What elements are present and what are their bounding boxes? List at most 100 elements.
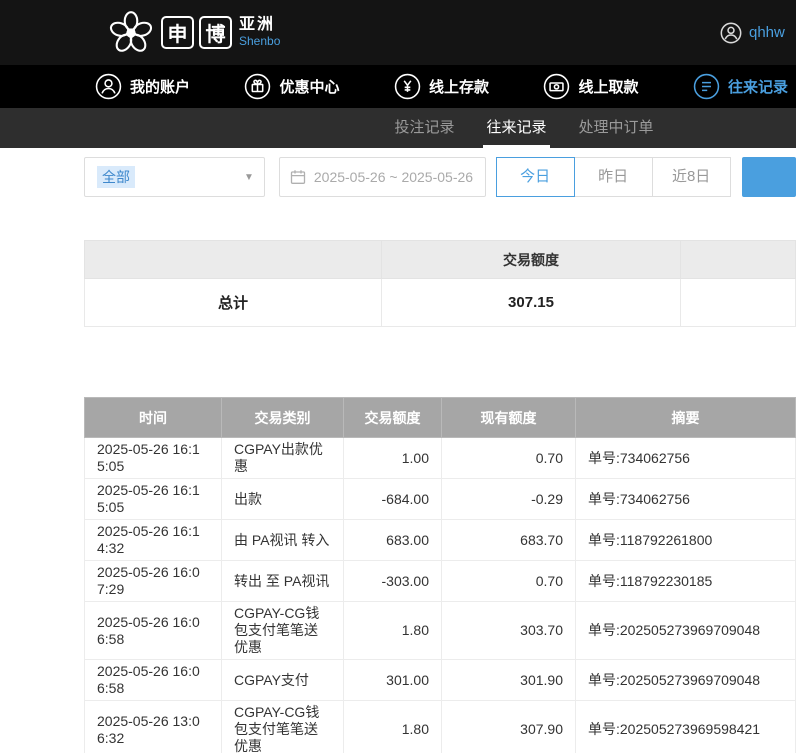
table-cell: 683.70 (442, 520, 576, 561)
summary-empty-cell (681, 279, 796, 327)
table-row: 2025-05-26 16:15:05CGPAY出款优惠1.000.70单号:7… (85, 438, 796, 479)
type-select-value: 全部 (97, 166, 135, 188)
col-header-type: 交易类别 (222, 398, 344, 438)
nav-label: 优惠中心 (279, 76, 339, 97)
table-row: 2025-05-26 16:06:58CGPAY支付301.00301.90单号… (85, 660, 796, 701)
table-cell: 单号:734062756 (576, 479, 796, 520)
table-cell: 1.00 (344, 438, 442, 479)
summary-header-amount: 交易额度 (382, 241, 681, 279)
table-cell: 0.70 (442, 561, 576, 602)
nav-item-transaction-records[interactable]: 往来记录 (693, 73, 788, 100)
col-header-summary: 摘要 (576, 398, 796, 438)
nav-item-deposit[interactable]: 线上存款 (394, 73, 489, 100)
nav-label: 往来记录 (728, 76, 788, 97)
table-row: 2025-05-26 16:07:29转出 至 PA视讯-303.000.70单… (85, 561, 796, 602)
col-header-time: 时间 (85, 398, 222, 438)
search-button[interactable] (742, 157, 796, 197)
table-cell: CGPAY-CG钱包支付笔笔送优惠 (222, 602, 344, 660)
date-range-value: 2025-05-26 ~ 2025-05-26 (314, 169, 473, 185)
deposit-icon (394, 73, 421, 100)
main-navigation: 我的账户 优惠中心 线上存款 线上 (0, 65, 796, 108)
today-button[interactable]: 今日 (496, 157, 575, 197)
username[interactable]: qhhw (749, 24, 785, 41)
tab-transaction-records[interactable]: 往来记录 (470, 108, 562, 148)
table-cell: 2025-05-26 16:15:05 (85, 479, 222, 520)
main-content: 全部 ▼ 2025-05-26 ~ 2025-05-26 今日 昨日 近8日 交… (0, 157, 796, 753)
records-header-row: 时间 交易类别 交易额度 现有额度 摘要 (85, 398, 796, 438)
table-cell: 0.70 (442, 438, 576, 479)
date-shortcut-group: 今日 昨日 近8日 (496, 157, 731, 197)
col-header-balance: 现有额度 (442, 398, 576, 438)
nav-item-promotions[interactable]: 优惠中心 (244, 73, 339, 100)
summary-total-label: 总计 (85, 279, 382, 327)
table-row: 2025-05-26 16:06:58CGPAY-CG钱包支付笔笔送优惠1.80… (85, 602, 796, 660)
summary-table: 交易额度 总计 307.15 (84, 240, 796, 327)
table-cell: CGPAY出款优惠 (222, 438, 344, 479)
user-avatar-icon (720, 22, 742, 44)
nav-item-my-account[interactable]: 我的账户 (95, 73, 190, 100)
records-icon (693, 73, 720, 100)
table-cell: 1.80 (344, 701, 442, 753)
table-cell: 2025-05-26 16:07:29 (85, 561, 222, 602)
summary-total-value: 307.15 (382, 279, 681, 327)
tab-betting-records[interactable]: 投注记录 (378, 108, 470, 148)
nav-item-withdraw[interactable]: 线上取款 (543, 73, 638, 100)
table-cell: 单号:202505273969709048 (576, 602, 796, 660)
table-cell: 出款 (222, 479, 344, 520)
user-account[interactable]: qhhw (720, 0, 785, 65)
records-subnav: 投注记录 往来记录 处理中订单 (0, 108, 796, 148)
table-cell: -684.00 (344, 479, 442, 520)
table-cell: 2025-05-26 16:06:58 (85, 660, 222, 701)
chevron-down-icon: ▼ (244, 172, 254, 183)
table-cell: 307.90 (442, 701, 576, 753)
type-select[interactable]: 全部 ▼ (84, 157, 265, 197)
table-cell: -0.29 (442, 479, 576, 520)
filter-bar: 全部 ▼ 2025-05-26 ~ 2025-05-26 今日 昨日 近8日 (84, 157, 796, 197)
tab-processing-orders[interactable]: 处理中订单 (563, 108, 670, 148)
nav-label: 线上取款 (578, 76, 638, 97)
table-cell: CGPAY支付 (222, 660, 344, 701)
nav-label: 我的账户 (130, 76, 190, 97)
table-cell: 2025-05-26 16:14:32 (85, 520, 222, 561)
table-cell: 2025-05-26 16:15:05 (85, 438, 222, 479)
nav-label: 线上存款 (429, 76, 489, 97)
last-8-days-button[interactable]: 近8日 (652, 157, 731, 197)
table-cell: 1.80 (344, 602, 442, 660)
table-row: 2025-05-26 16:14:32由 PA视讯 转入683.00683.70… (85, 520, 796, 561)
date-range-input[interactable]: 2025-05-26 ~ 2025-05-26 (279, 157, 486, 197)
table-cell: 由 PA视讯 转入 (222, 520, 344, 561)
logo-region: 亚洲 (239, 16, 280, 34)
flower-logo-icon (106, 8, 156, 58)
gift-icon (244, 73, 271, 100)
table-cell: 301.00 (344, 660, 442, 701)
table-cell: 683.00 (344, 520, 442, 561)
site-logo[interactable]: 申 博 亚洲 Shenbo (106, 8, 280, 58)
table-cell: 单号:202505273969598421 (576, 701, 796, 753)
top-header: 申 博 亚洲 Shenbo qhhw (0, 0, 796, 65)
table-cell: 单号:734062756 (576, 438, 796, 479)
records-body: 2025-05-26 16:15:05CGPAY出款优惠1.000.70单号:7… (85, 438, 796, 753)
logo-char-1: 申 (161, 16, 194, 49)
table-row: 2025-05-26 13:06:32CGPAY-CG钱包支付笔笔送优惠1.80… (85, 701, 796, 753)
records-table: 时间 交易类别 交易额度 现有额度 摘要 2025-05-26 16:15:05… (84, 397, 796, 753)
table-cell: 转出 至 PA视讯 (222, 561, 344, 602)
table-cell: CGPAY-CG钱包支付笔笔送优惠 (222, 701, 344, 753)
logo-subtitle: Shenbo (239, 35, 280, 49)
withdraw-icon (543, 73, 570, 100)
table-cell: 2025-05-26 16:06:58 (85, 602, 222, 660)
logo-char-2: 博 (199, 16, 232, 49)
table-cell: 单号:118792230185 (576, 561, 796, 602)
yesterday-button[interactable]: 昨日 (574, 157, 653, 197)
table-row: 2025-05-26 16:15:05出款-684.00-0.29单号:7340… (85, 479, 796, 520)
col-header-amount: 交易额度 (344, 398, 442, 438)
table-cell: 2025-05-26 13:06:32 (85, 701, 222, 753)
table-cell: -303.00 (344, 561, 442, 602)
table-cell: 301.90 (442, 660, 576, 701)
table-cell: 单号:118792261800 (576, 520, 796, 561)
table-cell: 303.70 (442, 602, 576, 660)
summary-header-empty (681, 241, 796, 279)
table-cell: 单号:202505273969709048 (576, 660, 796, 701)
summary-header-empty (85, 241, 382, 279)
calendar-icon (290, 169, 306, 185)
user-icon (95, 73, 122, 100)
